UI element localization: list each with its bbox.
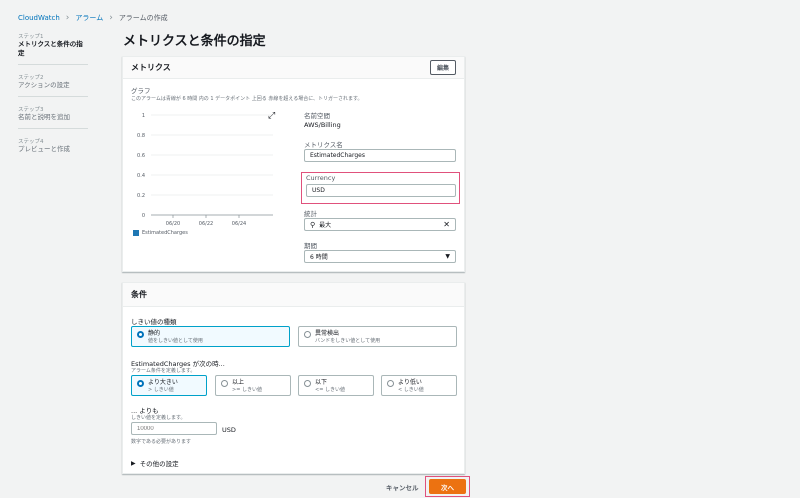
conditions-panel-header: 条件 [123,283,464,307]
metrics-heading: メトリクス [131,63,171,72]
currency-label: Currency [306,174,336,182]
statistic-search-input[interactable]: ⚲ 最大 ✕ [304,218,456,231]
breadcrumb-cloudwatch[interactable]: CloudWatch [18,14,60,22]
search-icon: ⚲ [310,220,316,229]
conditions-heading: 条件 [131,290,147,299]
when-subtitle: アラーム条件を定義します。 [131,368,196,374]
graph-label: グラフ [131,87,151,95]
period-value: 6 時間 [310,254,328,261]
currency-input[interactable]: USD [306,184,456,197]
y-tick-label: 0.6 [137,153,145,159]
y-tick-label: 0.2 [137,193,145,199]
period-select[interactable]: 6 時間 ▼ [304,250,456,263]
y-tick-label: 0.8 [137,133,145,139]
other-settings-label: その他の設定 [139,460,179,468]
option-subtitle: バンドをしきい値として使用 [315,338,381,344]
radio-icon [137,380,144,387]
metric-name-input[interactable]: EstimatedCharges [304,149,456,162]
threshold-type-label: しきい値の種類 [131,318,177,326]
metric-name-label: メトリクス名 [304,141,343,149]
radio-icon [221,380,228,387]
compare-gte-option[interactable]: 以上 >= しきい値 [215,375,291,396]
metric-chart: 1 0.8 0.6 0.4 0.2 0 06/20 06/22 06/24 [137,113,273,227]
step-number: ステップ1 [18,34,44,40]
step-4: ステップ4 プレビューと作成 [18,135,88,160]
step-3: ステップ3 名前と説明を追加 [18,103,88,129]
option-subtitle: <= しきい値 [315,387,345,393]
statistic-value: 最大 [319,222,332,229]
step-label: メトリクスと条件の指定 [18,40,83,57]
radio-icon [304,331,311,338]
page-title: メトリクスと条件の指定 [123,34,266,49]
radio-icon [137,331,144,338]
y-tick-label: 0.4 [137,173,145,179]
option-subtitle: 値をしきい値として使用 [148,338,203,344]
expand-icon[interactable]: ⤢ [268,111,275,121]
statistic-label: 統計 [304,210,317,218]
step-number: ステップ2 [18,75,44,81]
x-tick-label: 06/20 [166,221,180,227]
metrics-panel-header: メトリクス 編集 [123,57,464,79]
legend-label: EstimatedCharges [142,230,188,236]
threshold-input[interactable] [131,422,217,435]
option-title: 以上 [232,379,245,386]
compare-less-option[interactable]: より低い < しきい値 [381,375,457,396]
step-label: プレビューと作成 [18,145,70,153]
y-tick-label: 0 [142,213,145,219]
option-subtitle: >= しきい値 [232,387,262,393]
conditions-panel: 条件 しきい値の種類 静的 値をしきい値として使用 異常検出 バンドをしきい値として… [122,282,465,474]
threshold-unit: USD [222,426,236,434]
step-1: ステップ1 メトリクスと条件の指定 [18,30,88,65]
than-subtitle: しきい値を定義します。 [131,415,186,421]
chevron-right-icon: › [109,13,113,23]
option-title: より大きい [148,379,178,386]
compare-greater-option[interactable]: より大きい > しきい値 [131,375,207,396]
chart-legend: EstimatedCharges [133,230,188,236]
option-subtitle: > しきい値 [148,387,174,393]
x-tick-label: 06/22 [199,221,213,227]
graph-description: このアラームは青線が 6 時間 内の 1 データポイント 上回る 赤線を超える場… [131,96,363,102]
period-label: 期間 [304,242,317,250]
step-label: アクションの設定 [18,81,70,89]
namespace-value: AWS/Billing [304,121,341,129]
metrics-panel: メトリクス 編集 グラフ このアラームは青線が 6 時間 内の 1 データポイン… [122,56,465,272]
other-settings-toggle[interactable]: ▶ その他の設定 [131,458,179,469]
namespace-label: 名前空間 [304,112,330,120]
wizard-steps: ステップ1 メトリクスと条件の指定 ステップ2 アクションの設定 ステップ3 名… [18,30,88,166]
cancel-button[interactable]: キャンセル [386,482,419,492]
threshold-anomaly-option[interactable]: 異常検出 バンドをしきい値として使用 [298,326,457,347]
step-number: ステップ4 [18,139,44,145]
edit-button[interactable]: 編集 [429,60,456,75]
option-title: 静的 [148,330,161,337]
option-title: 異常検出 [315,330,340,337]
x-tick-label: 06/24 [232,221,246,227]
step-2: ステップ2 アクションの設定 [18,71,88,97]
threshold-hint: 数字である必要があります [131,439,191,445]
caret-down-icon: ▼ [445,253,450,260]
radio-icon [387,380,394,387]
next-button[interactable]: 次へ [429,479,466,494]
option-title: より低い [398,379,422,386]
legend-swatch [133,230,139,236]
caret-right-icon: ▶ [131,459,136,467]
radio-icon [304,380,311,387]
breadcrumb-alarms[interactable]: アラーム [75,13,103,23]
compare-lte-option[interactable]: 以下 <= しきい値 [298,375,374,396]
breadcrumb-create-alarm: アラームの作成 [118,14,168,22]
breadcrumb: CloudWatch › アラーム › アラームの作成 [18,13,168,23]
step-label: 名前と説明を追加 [18,113,70,121]
option-subtitle: < しきい値 [398,387,424,393]
clear-icon[interactable]: ✕ [443,220,450,229]
chevron-right-icon: › [65,13,70,23]
y-tick-label: 1 [142,113,145,119]
step-number: ステップ3 [18,107,44,113]
option-title: 以下 [315,379,328,386]
threshold-static-option[interactable]: 静的 値をしきい値として使用 [131,326,290,347]
